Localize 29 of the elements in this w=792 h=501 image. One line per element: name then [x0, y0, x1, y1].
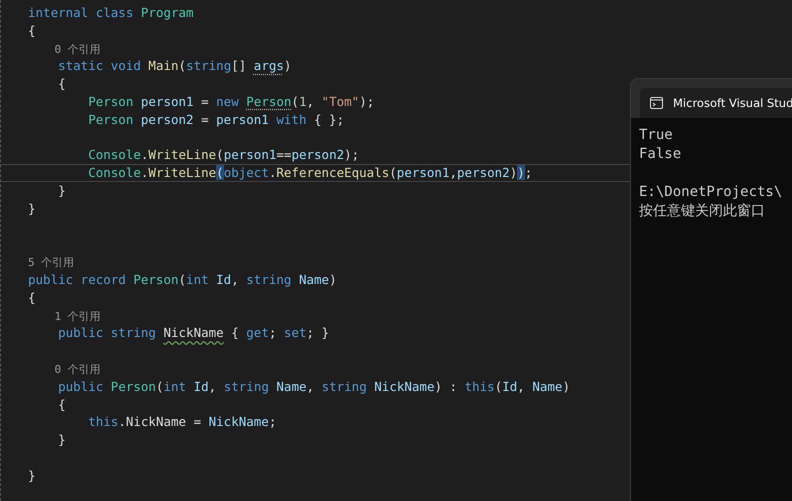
code-line: public record Person(int Id, string Name) — [28, 270, 337, 289]
console-output: 按任意键关闭此窗口 — [639, 203, 765, 219]
code-line: public string NickName { get; set; } — [57, 324, 330, 342]
code-line: { — [57, 396, 66, 414]
reference-count[interactable]: 0 个引用 — [28, 40, 101, 58]
code-line: Console.WriteLine(person1==person2); — [87, 146, 360, 164]
reference-count[interactable]: 0 个引用 — [28, 360, 101, 379]
code-line: Person person1 = new Person(1, "Tom"); — [87, 92, 374, 111]
code-line: Console.WriteLine(object.ReferenceEquals(person1,person2)); — [87, 165, 532, 181]
console-icon — [650, 97, 663, 109]
code-line: } — [57, 182, 66, 200]
code-line: } — [28, 200, 36, 218]
reference-count[interactable]: 5 个引用 — [28, 254, 74, 272]
console-tab[interactable]: Microsoft Visual Stud — [640, 88, 792, 118]
code-line: { — [28, 22, 36, 40]
console-output: E:\DonetProjects\ — [639, 184, 782, 200]
code-line: } — [28, 466, 36, 485]
console-output: False — [639, 146, 682, 162]
console-output: True — [639, 127, 673, 143]
code-line: internal class Program — [28, 4, 194, 22]
code-line: { — [57, 75, 66, 93]
code-line: Person person2 = person1 with { }; — [87, 110, 344, 129]
code-line: public Person(int Id, string Name, string NickName) : this(Id, Name) — [57, 378, 570, 396]
code-line: static void Main(string[] args) — [57, 57, 292, 76]
code-line: this.NickName = NickName; — [87, 413, 276, 432]
reference-count[interactable]: 1 个引用 — [28, 308, 101, 326]
code-line: { — [28, 288, 36, 307]
console-title: Microsoft Visual Stud — [673, 96, 792, 110]
code-line: } — [57, 431, 66, 449]
